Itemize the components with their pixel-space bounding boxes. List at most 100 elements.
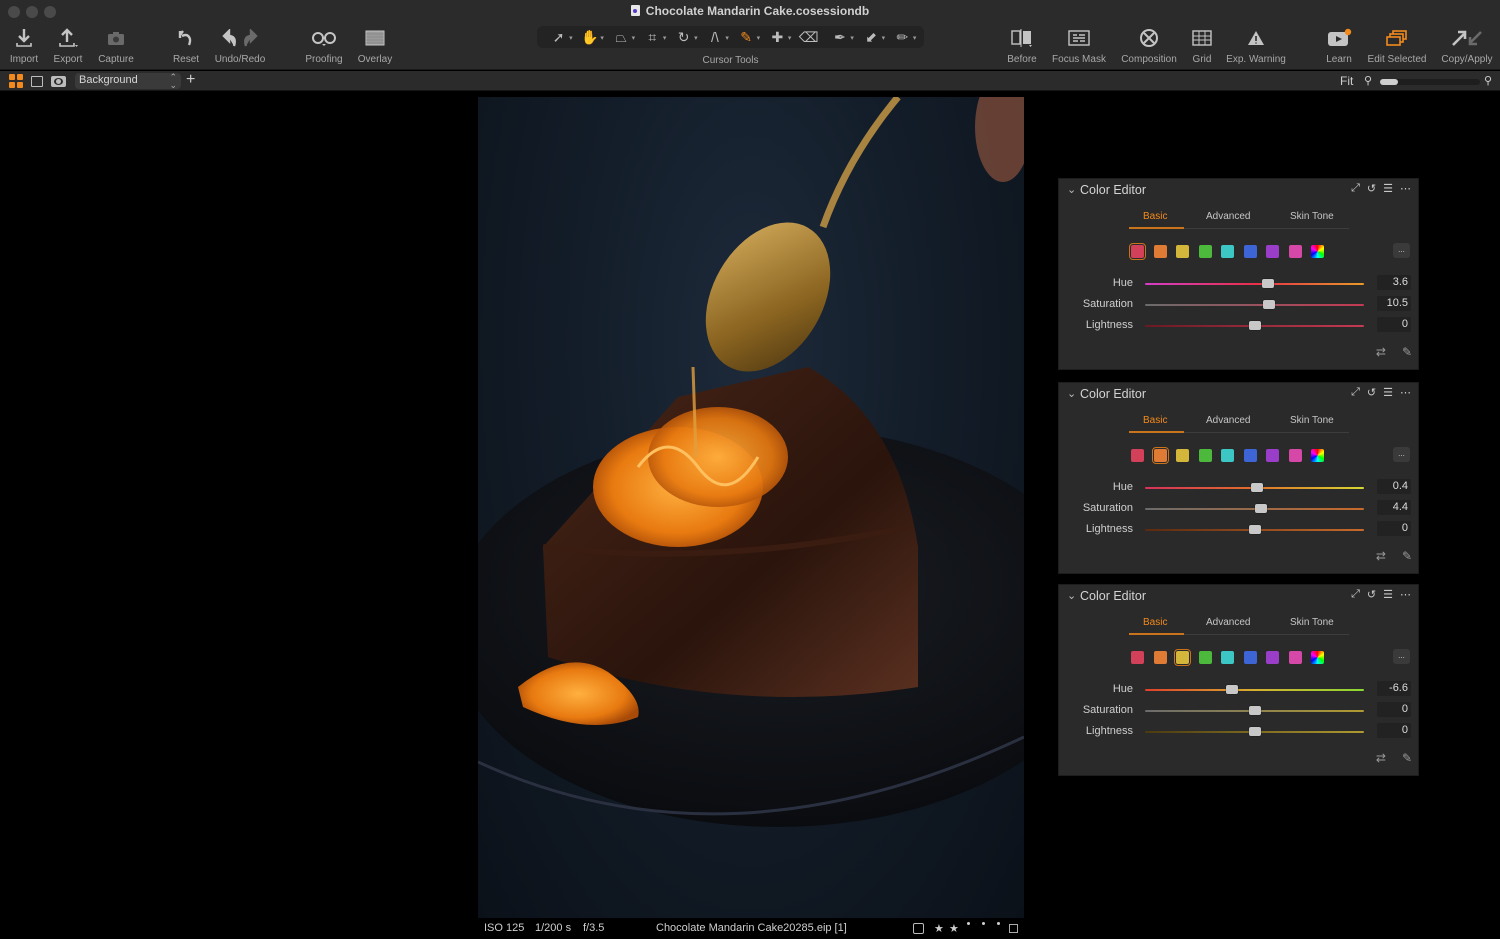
reset-icon[interactable]: ↺ (1367, 588, 1376, 601)
grid-button[interactable]: Grid (1188, 26, 1216, 65)
color-swatch[interactable] (1198, 245, 1212, 258)
color-swatch[interactable] (1198, 449, 1212, 462)
collapse-chevron-icon[interactable]: ⌄ (1067, 387, 1076, 400)
before-button[interactable]: Before (1004, 26, 1040, 65)
color-swatch[interactable] (1153, 651, 1167, 664)
heal-tool-icon[interactable]: ✚ (763, 29, 792, 46)
more-icon[interactable]: ⋯ (1400, 182, 1411, 195)
slider-value-field[interactable]: 0.4 (1377, 479, 1411, 494)
slider-value-field[interactable]: -6.6 (1377, 681, 1411, 696)
color-swatch[interactable] (1221, 651, 1234, 664)
zoom-out-icon[interactable]: ⚲ (1364, 74, 1372, 87)
focus-mask-button[interactable]: Focus Mask (1050, 26, 1108, 65)
color-swatch[interactable] (1288, 449, 1302, 462)
swap-icon[interactable]: ⇄ (1376, 549, 1386, 563)
rotate-tool-icon[interactable]: ↻ (670, 29, 698, 46)
layer-select[interactable]: Background ⌃ ⌄ (75, 73, 181, 90)
color-swatch[interactable] (1243, 449, 1257, 462)
brush-tool-icon[interactable]: ✎ (732, 29, 760, 46)
gradient-tool-icon[interactable]: ⬋ (857, 29, 885, 46)
color-swatch[interactable] (1176, 245, 1189, 258)
eyedropper-icon[interactable]: ✎ (1402, 751, 1412, 765)
slider-track[interactable] (1145, 279, 1364, 288)
tab-basic[interactable]: Basic (1143, 415, 1167, 426)
color-swatch[interactable] (1243, 651, 1257, 664)
select-checkbox[interactable] (913, 923, 924, 934)
color-swatch[interactable] (1174, 649, 1191, 666)
tab-advanced[interactable]: Advanced (1206, 415, 1250, 426)
single-view-icon[interactable] (31, 76, 43, 87)
slider-value-field[interactable]: 4.4 (1377, 500, 1411, 515)
pan-tool-icon[interactable]: ✋ (576, 29, 604, 46)
exp-warning-button[interactable]: Exp. Warning (1224, 26, 1288, 65)
slider-thumb[interactable] (1248, 525, 1261, 534)
keystone-tool-icon[interactable]: ⏢ (607, 29, 636, 46)
rating-star-empty[interactable] (982, 922, 985, 925)
slider-value-field[interactable]: 10.5 (1377, 296, 1411, 311)
color-swatch[interactable] (1243, 245, 1257, 258)
slider-thumb[interactable] (1248, 727, 1261, 736)
slider-track[interactable] (1145, 727, 1364, 736)
rating-star-filled[interactable]: ★ (949, 922, 959, 935)
tab-skin-tone[interactable]: Skin Tone (1290, 617, 1334, 628)
color-swatch[interactable] (1266, 651, 1279, 664)
tab-skin-tone[interactable]: Skin Tone (1290, 211, 1334, 222)
color-swatch[interactable] (1288, 245, 1302, 258)
more-colors-button[interactable]: ... (1393, 447, 1410, 462)
expand-icon[interactable]: ⤢ (1351, 386, 1360, 399)
undo-redo-button[interactable]: Undo/Redo (212, 26, 268, 65)
tab-basic[interactable]: Basic (1143, 211, 1167, 222)
menu-icon[interactable]: ☰ (1383, 182, 1393, 195)
crop-tool-icon[interactable]: ⌗ (638, 29, 666, 46)
more-colors-button[interactable]: ... (1393, 649, 1410, 664)
eyedropper-icon[interactable]: ✎ (1402, 549, 1412, 563)
slider-thumb[interactable] (1262, 300, 1275, 309)
slider-value-field[interactable]: 0 (1377, 723, 1411, 738)
copy-apply-button[interactable]: Copy/Apply (1438, 26, 1496, 65)
slider-thumb[interactable] (1261, 279, 1274, 288)
slider-value-field[interactable]: 0 (1377, 702, 1411, 717)
erase-tool-icon[interactable]: ⌫ (795, 29, 823, 46)
slider-track[interactable] (1145, 706, 1364, 715)
tab-advanced[interactable]: Advanced (1206, 617, 1250, 628)
overlay-button[interactable]: Overlay (354, 26, 396, 65)
color-picker-tool-icon[interactable]: ✒ (826, 29, 854, 46)
tab-basic[interactable]: Basic (1143, 617, 1167, 628)
eyedropper-icon[interactable]: ✎ (1402, 345, 1412, 359)
all-colors-swatch[interactable] (1311, 449, 1324, 462)
slider-value-field[interactable]: 3.6 (1377, 275, 1411, 290)
collapse-chevron-icon[interactable]: ⌄ (1067, 589, 1076, 602)
swap-icon[interactable]: ⇄ (1376, 751, 1386, 765)
color-swatch[interactable] (1266, 449, 1279, 462)
rating-star-empty[interactable] (997, 922, 1000, 925)
slider-track[interactable] (1145, 525, 1364, 534)
more-icon[interactable]: ⋯ (1400, 588, 1411, 601)
color-swatch[interactable] (1151, 447, 1169, 464)
multi-view-icon[interactable] (9, 74, 23, 88)
slider-track[interactable] (1145, 685, 1364, 694)
color-swatch[interactable] (1129, 243, 1146, 260)
reset-icon[interactable]: ↺ (1367, 386, 1376, 399)
eye-icon[interactable] (51, 76, 66, 87)
tab-skin-tone[interactable]: Skin Tone (1290, 415, 1334, 426)
slider-track[interactable] (1145, 483, 1364, 492)
all-colors-swatch[interactable] (1311, 651, 1324, 664)
import-button[interactable]: Import (4, 26, 44, 65)
color-swatch[interactable] (1176, 449, 1189, 462)
zoom-fit-label[interactable]: Fit (1340, 74, 1353, 88)
slider-value-field[interactable]: 0 (1377, 521, 1411, 536)
reset-icon[interactable]: ↺ (1367, 182, 1376, 195)
reset-button[interactable]: Reset (168, 26, 204, 65)
export-button[interactable]: Export (48, 26, 88, 65)
slider-track[interactable] (1145, 300, 1364, 309)
image-viewer[interactable] (478, 97, 1024, 918)
color-swatch[interactable] (1221, 449, 1234, 462)
color-swatch[interactable] (1131, 651, 1144, 664)
edit-selected-button[interactable]: Edit Selected (1364, 26, 1430, 65)
zoom-slider[interactable] (1380, 79, 1480, 85)
slider-track[interactable] (1145, 504, 1364, 513)
color-swatch[interactable] (1198, 651, 1212, 664)
more-icon[interactable]: ⋯ (1400, 386, 1411, 399)
composition-button[interactable]: Composition (1118, 26, 1180, 65)
color-swatch[interactable] (1131, 449, 1144, 462)
